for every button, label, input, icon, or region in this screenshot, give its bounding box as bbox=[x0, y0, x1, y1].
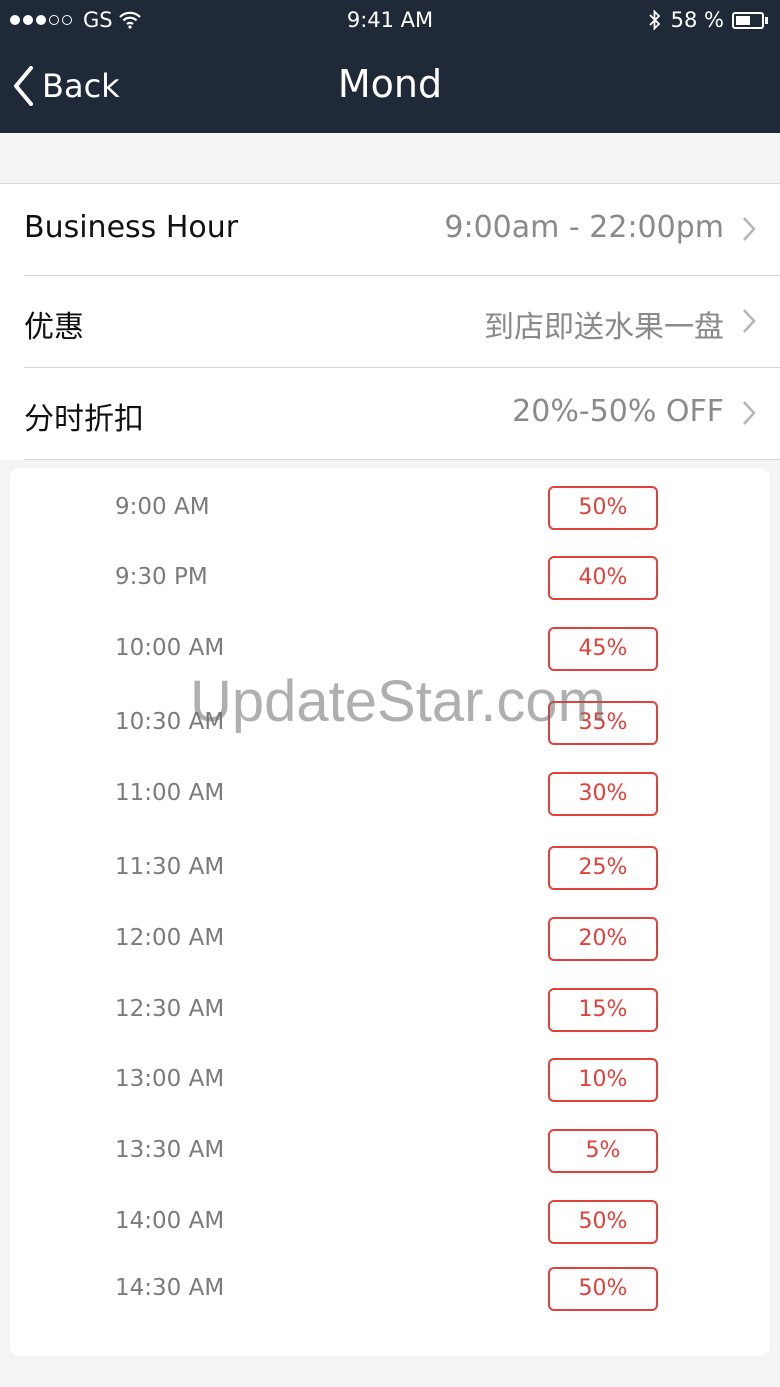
discount-badge[interactable]: 15% bbox=[548, 988, 658, 1032]
discount-badge[interactable]: 50% bbox=[548, 1267, 658, 1311]
discount-badge[interactable]: 50% bbox=[548, 486, 658, 530]
slot-time: 12:30 AM bbox=[115, 996, 225, 1022]
slot-time: 11:00 AM bbox=[115, 780, 225, 806]
slot-time: 13:00 AM bbox=[115, 1066, 225, 1092]
time-discount-value: 20%-50% OFF bbox=[512, 394, 724, 429]
business-hour-label: Business Hour bbox=[24, 210, 239, 245]
app-header: GS 9:41 AM 58 % Back Mond bbox=[0, 0, 780, 133]
discount-badge[interactable]: 10% bbox=[548, 1058, 658, 1102]
time-slot-row: 9:00 AM 50% bbox=[10, 486, 770, 530]
page-title: Mond bbox=[337, 62, 443, 106]
time-discount-row[interactable]: 分时折扣 20%-50% OFF bbox=[24, 368, 780, 460]
time-slot-row: 13:30 AM 5% bbox=[10, 1129, 770, 1173]
time-slot-row: 13:00 AM 10% bbox=[10, 1058, 770, 1102]
battery-tip bbox=[765, 16, 768, 24]
time-slot-row: 14:00 AM 50% bbox=[10, 1200, 770, 1244]
slot-time: 12:00 AM bbox=[115, 925, 225, 951]
time-slot-row: 9:30 PM 40% bbox=[10, 556, 770, 600]
chevron-right-icon bbox=[743, 217, 756, 241]
time-slot-row: 10:30 AM 35% bbox=[10, 701, 770, 745]
promotion-value: 到店即送水果一盘 bbox=[484, 310, 724, 345]
time-slot-row: 10:00 AM 45% bbox=[10, 627, 770, 671]
slot-time: 11:30 AM bbox=[115, 854, 225, 880]
discount-badge[interactable]: 50% bbox=[548, 1200, 658, 1244]
slot-time: 14:00 AM bbox=[115, 1208, 225, 1234]
time-slot-row: 14:30 AM 50% bbox=[10, 1267, 770, 1311]
discount-schedule-card: 9:00 AM 50% 9:30 PM 40% 10:00 AM 45% 10:… bbox=[10, 468, 770, 1356]
battery-percent: 58 % bbox=[670, 8, 724, 32]
time-slot-row: 11:30 AM 25% bbox=[10, 846, 770, 890]
promotion-row[interactable]: 优惠 到店即送水果一盘 bbox=[24, 276, 780, 368]
slot-time: 9:00 AM bbox=[115, 494, 210, 520]
discount-badge[interactable]: 30% bbox=[548, 772, 658, 816]
discount-badge[interactable]: 20% bbox=[548, 917, 658, 961]
promotion-label: 优惠 bbox=[24, 310, 84, 345]
discount-badge[interactable]: 40% bbox=[548, 556, 658, 600]
business-hour-row[interactable]: Business Hour 9:00am - 22:00pm bbox=[24, 184, 780, 276]
slot-time: 10:00 AM bbox=[115, 635, 225, 661]
chevron-right-icon bbox=[743, 401, 756, 425]
discount-badge[interactable]: 25% bbox=[548, 846, 658, 890]
business-hour-value: 9:00am - 22:00pm bbox=[444, 210, 724, 245]
slot-time: 10:30 AM bbox=[115, 709, 225, 735]
status-bar: GS 9:41 AM 58 % bbox=[0, 0, 780, 42]
bluetooth-icon bbox=[649, 9, 661, 31]
discount-badge[interactable]: 5% bbox=[548, 1129, 658, 1173]
slot-time: 13:30 AM bbox=[115, 1137, 225, 1163]
time-discount-label: 分时折扣 bbox=[24, 402, 144, 437]
discount-badge[interactable]: 45% bbox=[548, 627, 658, 671]
status-right: 58 % bbox=[649, 8, 768, 32]
time-slot-row: 11:00 AM 30% bbox=[10, 772, 770, 816]
time-slot-row: 12:30 AM 15% bbox=[10, 988, 770, 1032]
slot-time: 9:30 PM bbox=[115, 564, 208, 590]
battery-icon bbox=[732, 11, 764, 29]
time-slot-row: 12:00 AM 20% bbox=[10, 917, 770, 961]
settings-list: Business Hour 9:00am - 22:00pm 优惠 到店即送水果… bbox=[0, 183, 780, 460]
discount-badge[interactable]: 35% bbox=[548, 701, 658, 745]
slot-time: 14:30 AM bbox=[115, 1275, 225, 1301]
chevron-right-icon bbox=[743, 309, 756, 333]
nav-bar: Back Mond bbox=[0, 42, 780, 133]
